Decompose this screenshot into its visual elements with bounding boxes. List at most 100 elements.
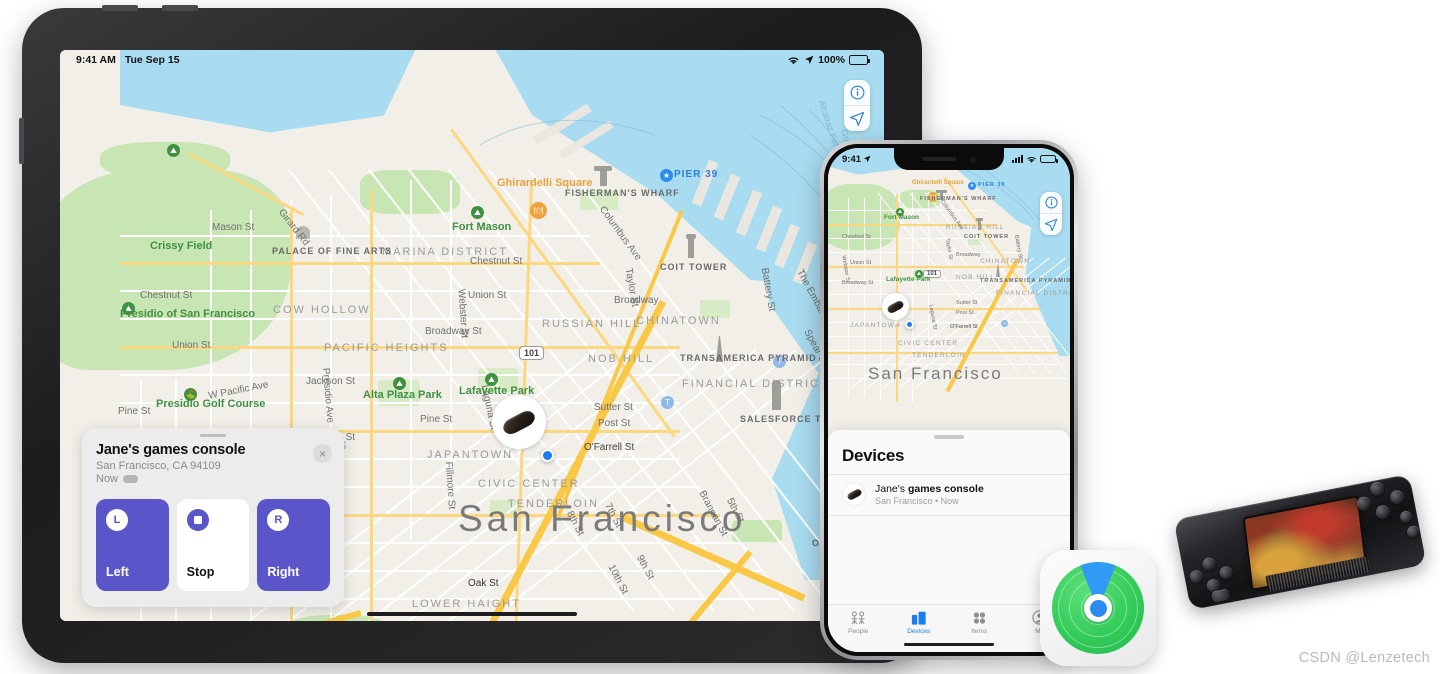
wharf-cap	[594, 166, 612, 171]
hood-cow-hollow: COW HOLLOW	[273, 304, 371, 316]
street-grid	[864, 198, 866, 398]
street-union-2: Union St	[172, 340, 211, 351]
tab-people[interactable]: People	[828, 610, 889, 635]
action-button-1	[1355, 495, 1373, 512]
hood-marina: MARINA DISTRICT	[382, 246, 508, 258]
iphone-notch	[894, 148, 1004, 170]
transit-icon: T	[1001, 320, 1008, 327]
place-lafayette-park: Lafayette Park	[886, 276, 931, 283]
highway-shield-101: 101	[519, 346, 545, 360]
tab-label: Devices	[907, 628, 931, 635]
speaker-grille	[921, 157, 956, 161]
street-mason: Mason St	[212, 222, 255, 233]
left-badge: L	[106, 509, 128, 531]
place-fort-mason: Fort Mason	[884, 214, 920, 221]
hood-japantown: JAPANTOWN	[427, 449, 514, 461]
park-icon-fort-mason: ⛰	[471, 206, 484, 219]
place-ghirardelli: Ghirardelli Square	[497, 177, 593, 189]
street-oak: Oak St	[468, 578, 499, 589]
poi-palace-fine-arts: PALACE OF FINE ARTS	[272, 246, 392, 256]
street-grid	[828, 336, 1052, 338]
street-union: Union St	[468, 290, 507, 301]
street-grid	[828, 252, 1018, 254]
arterial-broadway	[828, 266, 1024, 268]
devices-sheet[interactable]: Devices Jane's games console San Francis…	[828, 430, 1070, 652]
right-button[interactable]: R Right	[257, 499, 331, 591]
device-pin[interactable]	[882, 293, 909, 320]
iphone-clock: 9:41	[842, 153, 862, 165]
dpad-left-button	[1188, 569, 1204, 585]
ipad-power-button[interactable]	[19, 118, 24, 164]
card-subtitle: San Francisco, CA 94109	[96, 460, 221, 472]
street-sutter: Sutter St	[594, 402, 633, 413]
people-icon	[849, 610, 867, 625]
hood-chinatown: CHINATOWN	[980, 258, 1031, 265]
place-ghirardelli: Ghirardelli Square	[912, 180, 965, 186]
street-ofarrell: O'Farrell St	[584, 442, 635, 453]
hood-russian-hill: RUSSIAN HILL	[542, 318, 642, 330]
dpad-up-button	[1201, 556, 1217, 572]
ipad-screen: Alcatraz Ferry Golden Gate Ferry ⛰ ⛰ ⛰ ⛳…	[60, 50, 884, 621]
street-broadway: Broadway	[956, 252, 981, 258]
ipad-map-controls[interactable]	[844, 80, 870, 131]
poi-coit-tower: COIT TOWER	[660, 262, 728, 272]
front-camera	[969, 155, 977, 163]
street-broadway-st: Broadway St	[425, 326, 482, 337]
sheet-grabber-handle[interactable]	[934, 435, 964, 439]
ipad-home-indicator[interactable]	[367, 612, 577, 616]
device-name: games console	[907, 482, 984, 495]
poi-coit-tower: COIT TOWER	[964, 234, 1010, 240]
iphone-home-indicator[interactable]	[904, 642, 994, 646]
left-button[interactable]: L Left	[96, 499, 169, 591]
device-info-card[interactable]: × Jane's games console San Francisco, CA…	[82, 428, 344, 607]
hood-lower-haight: LOWER HAIGHT	[412, 598, 521, 610]
place-presidio: Presidio of San Francisco	[120, 308, 255, 320]
tab-devices[interactable]: Devices	[889, 610, 950, 635]
coit-tower-cap	[976, 218, 983, 221]
street-chestnut: Chestnut St	[842, 234, 871, 240]
transit-icon: T	[661, 396, 674, 409]
tab-label: People	[848, 628, 869, 635]
stop-square-icon	[193, 516, 202, 524]
battery-icon	[123, 475, 139, 483]
poi-salesforce-tower: SALESFORCE TOWER	[740, 414, 854, 424]
hood-chinatown: CHINATOWN	[636, 315, 721, 327]
street-pine: Pine St	[420, 414, 453, 425]
ipad-device: Alcatraz Ferry Golden Gate Ferry ⛰ ⛰ ⛰ ⛳…	[19, 5, 922, 663]
map-city-label: San Francisco	[868, 364, 1003, 383]
stop-button[interactable]: Stop	[176, 499, 250, 591]
list-item-subtitle: San Francisco • Now	[875, 495, 959, 506]
ghirardelli-icon: 🍽	[530, 202, 547, 219]
device-pin[interactable]	[492, 395, 546, 449]
find-my-app-icon[interactable]	[1040, 550, 1156, 666]
tab-label: Items	[971, 628, 988, 635]
info-circle-icon	[850, 85, 864, 100]
info-button[interactable]	[1040, 192, 1062, 213]
tab-items[interactable]: Items	[949, 610, 1010, 635]
card-grabber-handle[interactable]	[200, 434, 226, 437]
iphone-screen: ⛰ ⛰ 🍽 ★ T 101 RUSSIAN HILL CHINATOWN NOB…	[828, 148, 1070, 652]
street-battery: Battery St	[1013, 234, 1024, 260]
hood-pacific-heights: PACIFIC HEIGHTS	[324, 342, 449, 354]
street-columbus: Columbus Ave	[596, 204, 644, 263]
locate-button[interactable]	[1040, 214, 1062, 235]
card-action-row: L Left Stop R Right	[96, 499, 331, 591]
list-item[interactable]: Jane's games console San Francisco • Now	[828, 474, 1070, 516]
devices-icon	[911, 610, 927, 625]
street-post: Post St	[956, 310, 974, 316]
close-icon[interactable]: ×	[313, 444, 332, 463]
ipad-volume-up-button[interactable]	[102, 5, 138, 11]
ferry-routes-west	[480, 119, 656, 146]
ipad-volume-down-button[interactable]	[162, 5, 198, 11]
action-button-2	[1369, 480, 1386, 498]
wifi-icon	[788, 56, 799, 64]
hood-civic-center: CIVIC CENTER	[478, 478, 580, 490]
street-union: Union St	[850, 260, 872, 266]
locate-button[interactable]	[844, 106, 870, 131]
info-circle-icon	[1044, 196, 1058, 209]
street-b: Pine St	[118, 406, 151, 417]
info-button[interactable]	[844, 80, 870, 105]
iphone-map-controls[interactable]	[1040, 192, 1062, 235]
dpad-right-button	[1218, 565, 1234, 581]
cellular-signal-icon	[1012, 155, 1023, 163]
